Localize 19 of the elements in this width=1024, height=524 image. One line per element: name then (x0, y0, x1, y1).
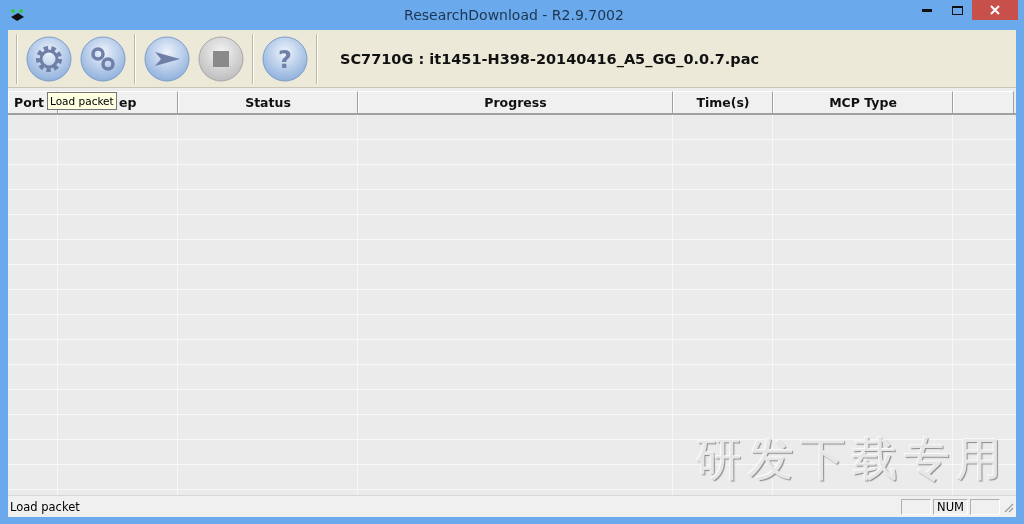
column-header[interactable]: Progress (358, 91, 673, 113)
status-pane (970, 498, 1000, 515)
minimize-icon (922, 8, 932, 12)
status-pane (901, 498, 932, 515)
status-message: Load packet (9, 499, 81, 514)
column-header[interactable]: Status (178, 91, 358, 113)
gear-icon-button[interactable] (25, 34, 73, 83)
column-header[interactable]: MCP Type (773, 91, 953, 113)
maximize-icon (951, 5, 963, 15)
chip-icon (10, 8, 26, 22)
close-icon (990, 5, 1000, 15)
column-header[interactable]: Time(s) (673, 91, 773, 113)
num-lock-indicator: NUM (933, 498, 968, 515)
close-button[interactable] (972, 0, 1018, 20)
window-title: ResearchDownload - R2.9.7002 (403, 7, 624, 23)
play-arrow-button[interactable] (143, 34, 191, 83)
package-path: SC7710G : it1451-H398-20140416_A5_GG_0.0.7.pac (340, 50, 760, 67)
tooltip: Load packet (47, 92, 117, 110)
gears-icon-button[interactable] (79, 34, 127, 83)
